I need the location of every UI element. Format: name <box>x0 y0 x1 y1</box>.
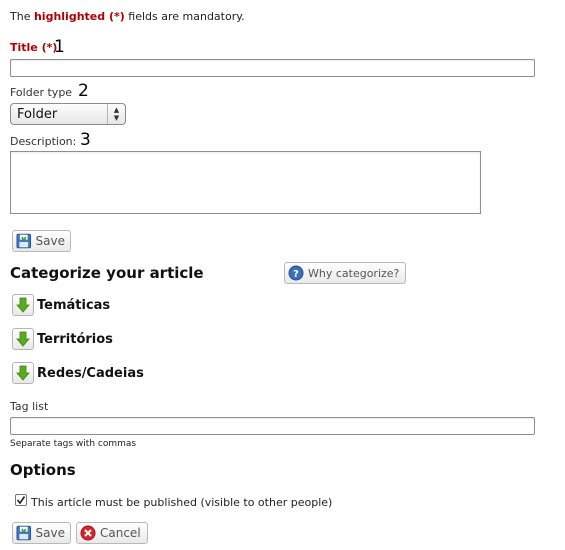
notice-prefix: The <box>10 10 34 23</box>
save-button-top-label: Save <box>35 234 65 248</box>
notice-highlight: highlighted (*) <box>33 10 125 23</box>
title-label: Title (*) <box>10 41 58 54</box>
category-redes-cadeias[interactable]: Redes/Cadeias <box>12 362 144 384</box>
svg-text:?: ? <box>293 269 299 280</box>
category-label: Temáticas <box>37 297 111 313</box>
why-categorize-button[interactable]: ? Why categorize? <box>284 262 406 284</box>
tag-list-label: Tag list <box>10 400 49 413</box>
cancel-button[interactable]: Cancel <box>76 522 148 544</box>
save-icon <box>16 233 32 249</box>
cancel-button-label: Cancel <box>100 526 141 540</box>
categorize-heading: Categorize your article <box>10 264 204 282</box>
tag-list-hint: Separate tags with commas <box>10 439 137 449</box>
category-tematicas[interactable]: Temáticas <box>12 294 110 316</box>
category-label: Territórios <box>37 331 113 347</box>
save-button-top[interactable]: Save <box>12 230 71 252</box>
category-label: Redes/Cadeias <box>37 365 144 381</box>
folder-type-select[interactable]: Folder ▲ ▼ <box>10 103 126 125</box>
notice-suffix: fields are mandatory. <box>124 10 245 23</box>
save-icon <box>16 525 32 541</box>
checkmark-icon <box>16 496 26 505</box>
folder-type-marker: 2 <box>78 81 89 101</box>
expand-arrow-icon <box>12 294 34 316</box>
description-label: Description: <box>10 135 77 148</box>
folder-type-selected: Folder <box>17 107 58 122</box>
folder-type-label: Folder type <box>10 86 73 99</box>
description-marker: 3 <box>80 130 91 150</box>
cancel-icon <box>80 525 96 541</box>
save-button-bottom-label: Save <box>35 526 65 540</box>
mandatory-notice: The highlighted (*) fields are mandatory… <box>10 10 245 23</box>
title-marker: 1 <box>54 37 65 57</box>
publish-checkbox[interactable] <box>15 494 27 506</box>
save-button-bottom[interactable]: Save <box>12 522 71 544</box>
publish-label: This article must be published (visible … <box>31 496 333 509</box>
tag-list-input[interactable] <box>10 417 535 435</box>
title-input[interactable] <box>10 59 535 77</box>
chevron-up-down-icon: ▲ ▼ <box>107 104 125 124</box>
category-territorios[interactable]: Territórios <box>12 328 113 350</box>
options-heading: Options <box>10 461 76 479</box>
description-textarea[interactable] <box>10 151 481 214</box>
why-categorize-label: Why categorize? <box>308 266 400 280</box>
expand-arrow-icon <box>12 362 34 384</box>
expand-arrow-icon <box>12 328 34 350</box>
help-icon: ? <box>288 265 304 281</box>
